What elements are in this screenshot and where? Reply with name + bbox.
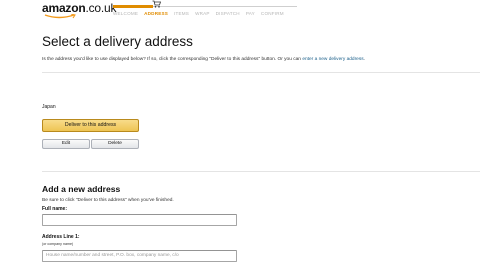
step-wrap: WRAP: [195, 11, 210, 16]
cart-icon: [152, 0, 161, 8]
intro-end: .: [363, 57, 365, 62]
edit-button[interactable]: Edit: [42, 139, 90, 149]
address-line1-label: Address Line 1:: [42, 234, 80, 240]
step-welcome: WELCOME: [113, 11, 139, 16]
smile-icon: [44, 14, 76, 19]
step-confirm: CONFIRM: [260, 11, 284, 16]
delete-button[interactable]: Delete: [91, 139, 139, 149]
logo-text: amazon.co.uk: [42, 1, 117, 15]
full-name-label: Full name:: [42, 206, 68, 212]
address-line1-sublabel: (or company name): [42, 242, 74, 246]
intro-message: Is the address you'd like to use display…: [42, 57, 301, 62]
full-name-field[interactable]: [42, 214, 237, 226]
checkout-steps: WELCOME ADDRESS ITEMS WRAP DISPATCH PAY …: [113, 11, 290, 16]
address-line1-field[interactable]: House name/number and street, P.O. box, …: [42, 250, 237, 262]
divider: [42, 72, 480, 73]
enter-new-address-link[interactable]: enter a new delivery address: [302, 57, 363, 62]
new-address-hint: Be sure to click "Deliver to this addres…: [42, 198, 174, 203]
step-pay: PAY: [245, 11, 255, 16]
step-items: ITEMS: [174, 11, 190, 16]
page-title: Select a delivery address: [42, 34, 193, 49]
divider: [42, 171, 480, 172]
address-country: Japan: [42, 104, 56, 110]
new-address-title: Add a new address: [42, 184, 121, 194]
progress-track-done: [113, 5, 153, 8]
step-address: ADDRESS: [144, 11, 169, 16]
step-dispatch: DISPATCH: [215, 11, 240, 16]
deliver-to-this-address-button[interactable]: Deliver to this address: [42, 119, 139, 132]
intro-text: Is the address you'd like to use display…: [42, 57, 365, 62]
